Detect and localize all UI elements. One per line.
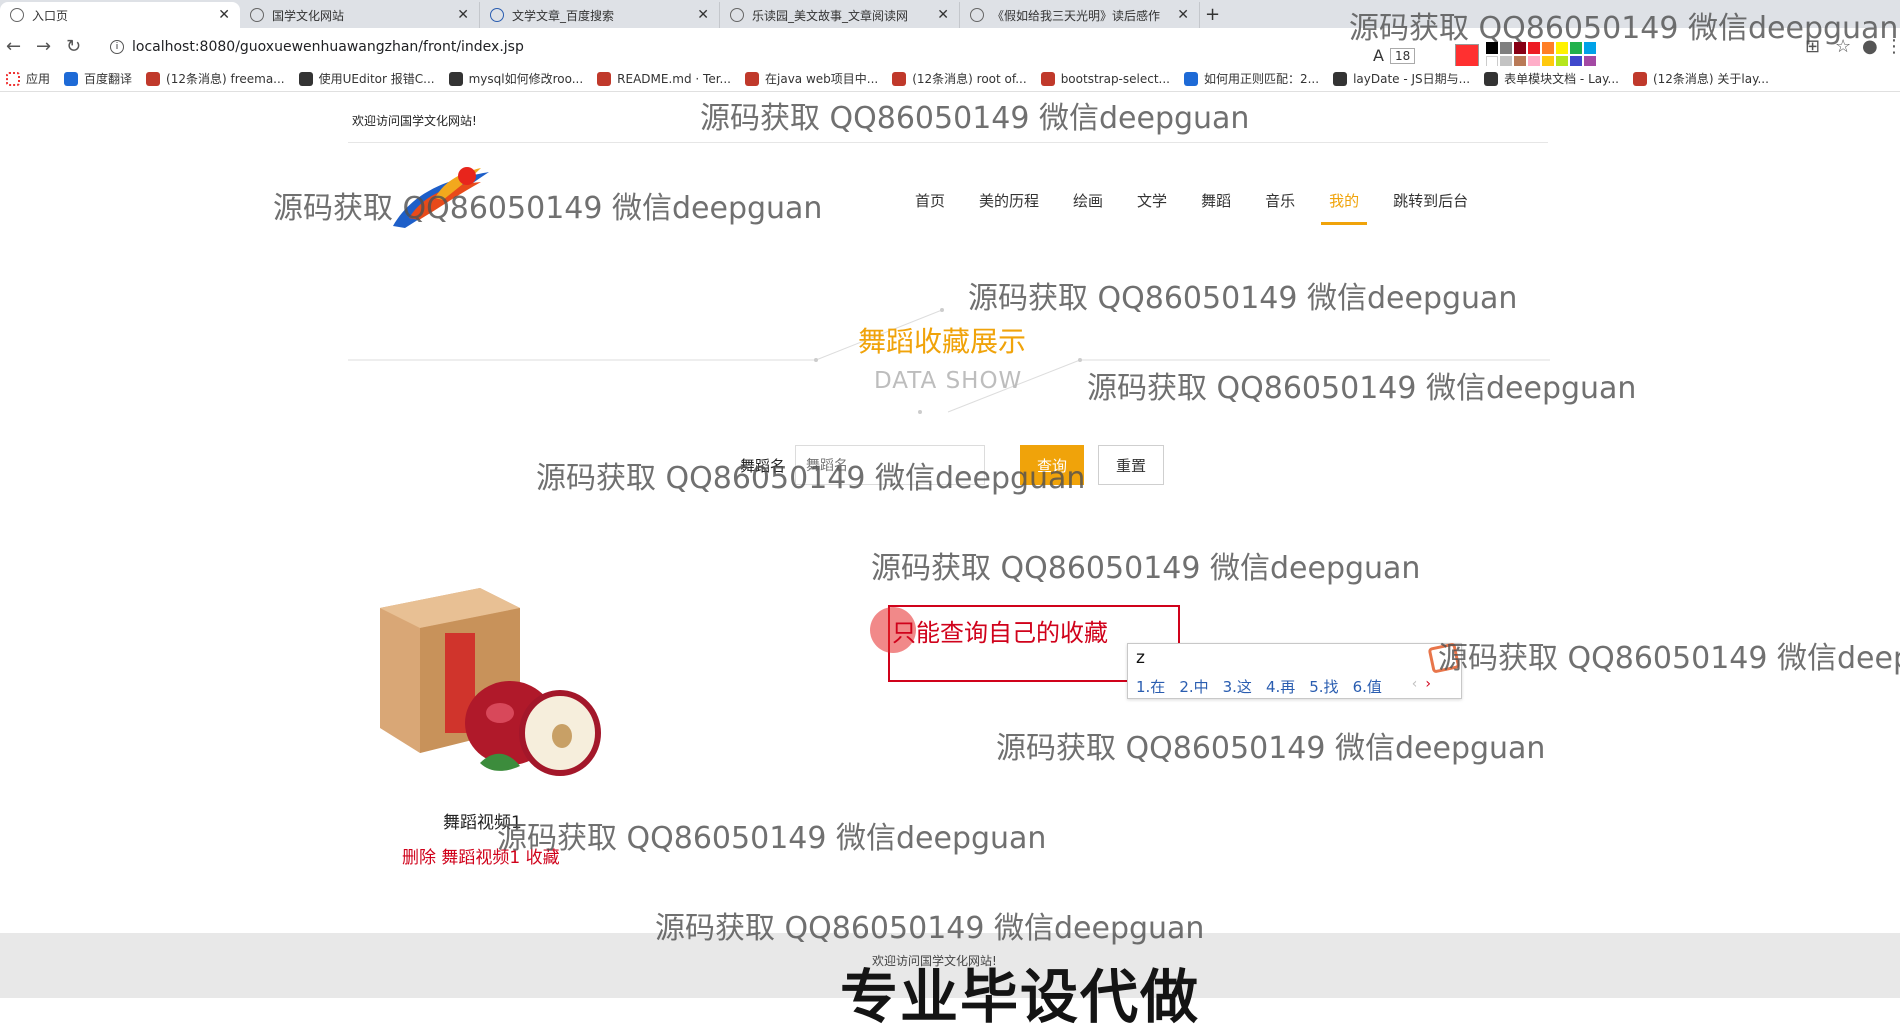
section-subtitle: DATA SHOW — [874, 368, 1023, 394]
gitee-icon — [597, 71, 612, 86]
font-size-icon: A — [1373, 46, 1384, 65]
browser-tab[interactable]: 国学文化网站 ✕ — [240, 2, 480, 28]
translate-icon — [64, 71, 79, 86]
ime-candidate[interactable]: 3.这 — [1223, 676, 1252, 697]
info-icon[interactable]: i — [110, 40, 124, 54]
font-size-select[interactable]: 18 — [1389, 47, 1416, 64]
promo-banner: 专业毕设代做 — [840, 963, 1201, 1031]
url-text: localhost:8080/guoxuewenhuawangzhan/fron… — [132, 39, 524, 55]
browser-tab[interactable]: 《假如给我三天光明》读后感作 ✕ — [960, 2, 1200, 28]
nav-item-literature[interactable]: 文学 — [1137, 190, 1167, 225]
close-icon[interactable]: ✕ — [697, 7, 709, 23]
csdn-icon — [1632, 71, 1647, 86]
section-title: 舞蹈收藏展示 — [858, 325, 1027, 358]
welcome-text: 欢迎访问国学文化网站! — [352, 114, 477, 128]
ime-candidate[interactable]: 2.中 — [1179, 676, 1208, 697]
ime-candidate[interactable]: 4.再 — [1266, 676, 1295, 697]
bookmark[interactable]: 使用UEditor 报错C... — [298, 70, 435, 87]
bookmark[interactable]: (12条消息) freema... — [146, 70, 285, 87]
watermark: 源码获取 QQ86050149 微信deepguan — [1438, 641, 1900, 676]
annotation-font-size[interactable]: A 18 — [1373, 46, 1416, 65]
ime-candidate-window: z 1.在 2.中 3.这 4.再 5.找 6.值 ‹ › — [1127, 643, 1462, 699]
nav-item-aesthetic-history[interactable]: 美的历程 — [979, 190, 1039, 225]
watermark: 源码获取 QQ86050149 微信deepguan — [1087, 371, 1637, 406]
close-icon[interactable]: ✕ — [1177, 7, 1189, 23]
forward-icon[interactable]: → — [36, 36, 51, 57]
bookmark[interactable]: 在java web项目中... — [745, 70, 878, 87]
apps-icon — [6, 71, 20, 86]
globe-icon — [970, 8, 984, 22]
nav-item-mine[interactable]: 我的 — [1321, 190, 1368, 225]
watermark: 源码获取 QQ86050149 微信deepguan — [536, 461, 1086, 496]
bookmark[interactable]: (12条消息) 关于lay... — [1632, 70, 1769, 87]
bookmark[interactable]: 如何用正则匹配：2... — [1183, 70, 1319, 87]
ime-composition: z — [1136, 648, 1145, 668]
tab-title: 乐读园_美文故事_文章阅读网 — [752, 8, 909, 23]
site-icon — [250, 8, 264, 22]
ime-candidate[interactable]: 1.在 — [1136, 676, 1165, 697]
site-icon — [448, 71, 463, 86]
baidu-icon — [490, 8, 504, 22]
bookmark[interactable]: 表单模块文档 - Lay... — [1484, 70, 1619, 87]
watermark: 源码获取 QQ86050149 微信deepguan — [497, 821, 1047, 856]
site-icon — [298, 71, 313, 86]
watermark: 源码获取 QQ86050149 微信deepguan — [273, 191, 823, 226]
bookmark[interactable]: mysql如何修改roo... — [448, 70, 583, 87]
reload-icon[interactable]: ↻ — [66, 36, 81, 57]
new-tab-icon[interactable]: + — [1205, 4, 1220, 25]
main-nav: 首页 美的历程 绘画 文学 舞蹈 音乐 我的 跳转到后台 — [915, 190, 1502, 225]
item-thumbnail[interactable] — [360, 538, 620, 793]
divider — [348, 142, 1548, 143]
bookmark[interactable]: layDate - JS日期与... — [1333, 70, 1470, 87]
back-icon[interactable]: ← — [6, 36, 21, 57]
ime-candidate[interactable]: 6.值 — [1353, 676, 1382, 697]
watermark: 源码获取 QQ86050149 微信deepguan — [655, 911, 1205, 946]
bookmark[interactable]: 百度翻译 — [64, 70, 132, 87]
tab-title: 《假如给我三天光明》读后感作 — [992, 8, 1161, 23]
reset-button[interactable]: 重置 — [1098, 445, 1165, 485]
nav-item-music[interactable]: 音乐 — [1265, 190, 1295, 225]
annotation-text: 只能查询自己的收藏 — [892, 619, 1108, 647]
prev-page-icon[interactable]: ‹ — [1412, 676, 1418, 692]
tab-title: 文学文章_百度搜索 — [512, 8, 615, 23]
site-icon — [1040, 71, 1055, 86]
bookmark[interactable]: README.md · Ter... — [597, 71, 731, 86]
tab-title: 国学文化网站 — [272, 8, 345, 23]
nav-item-home[interactable]: 首页 — [915, 190, 945, 225]
close-icon[interactable]: ✕ — [937, 7, 949, 23]
layui-icon — [1484, 71, 1499, 86]
browser-tab[interactable]: 文学文章_百度搜索 ✕ — [480, 2, 720, 28]
browser-tab[interactable]: 乐读园_美文故事_文章阅读网 ✕ — [720, 2, 960, 28]
close-icon[interactable]: ✕ — [218, 7, 230, 23]
bookmark[interactable]: (12条消息) root of... — [892, 70, 1027, 87]
watermark: 源码获取 QQ86050149 微信deepguan — [700, 101, 1250, 136]
csdn-icon — [745, 71, 759, 86]
csdn-icon — [892, 71, 907, 86]
ime-candidate[interactable]: 5.找 — [1309, 676, 1338, 697]
bookmark-apps[interactable]: 应用 — [6, 70, 50, 87]
nav-item-dance[interactable]: 舞蹈 — [1201, 190, 1231, 225]
globe-icon — [730, 8, 744, 22]
next-page-icon[interactable]: › — [1425, 676, 1431, 692]
watermark: 源码获取 QQ86050149 微信deepguan — [996, 731, 1546, 766]
nav-item-admin[interactable]: 跳转到后台 — [1393, 190, 1468, 225]
bookmark[interactable]: bootstrap-select... — [1040, 71, 1170, 86]
tab-title: 入口页 — [32, 8, 69, 23]
baidu-icon — [1183, 71, 1198, 86]
globe-icon — [10, 8, 24, 22]
browser-tab[interactable]: 入口页 ✕ — [0, 2, 240, 28]
csdn-icon — [146, 71, 161, 86]
layui-icon — [1333, 71, 1348, 86]
current-color-swatch[interactable] — [1455, 44, 1479, 68]
nav-item-painting[interactable]: 绘画 — [1073, 190, 1103, 225]
watermark: 源码获取 QQ86050149 微信deepguan — [968, 281, 1518, 316]
watermark: 源码获取 QQ86050149 微信deepguan — [1349, 11, 1899, 46]
bookmarks-bar: 应用 百度翻译 (12条消息) freema... 使用UEditor 报错C.… — [0, 66, 1900, 92]
close-icon[interactable]: ✕ — [457, 7, 469, 23]
ime-page-arrows[interactable]: ‹ › — [1412, 676, 1431, 692]
watermark: 源码获取 QQ86050149 微信deepguan — [871, 551, 1421, 586]
ime-candidate-list: 1.在 2.中 3.这 4.再 5.找 6.值 — [1136, 676, 1382, 697]
address-bar[interactable]: i localhost:8080/guoxuewenhuawangzhan/fr… — [100, 33, 1370, 61]
